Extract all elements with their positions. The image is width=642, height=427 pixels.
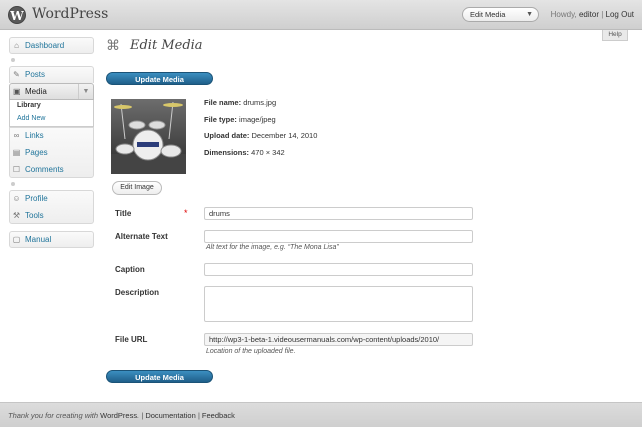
favorite-actions-label: Edit Media	[470, 10, 506, 19]
drums-image	[111, 99, 186, 174]
file-name-value: drums.jpg	[243, 98, 277, 107]
posts-icon: ✎	[13, 70, 20, 79]
footer-wordpress-link[interactable]: WordPress	[100, 411, 137, 420]
sidebar-item-pages[interactable]: ▤ Pages	[9, 144, 48, 161]
required-mark: *	[184, 208, 188, 218]
admin-header: W WordPress Edit Media ▼ Howdy, editor |…	[0, 0, 642, 30]
footer-text: Thank you for creating with WordPress. |…	[8, 411, 235, 420]
edit-image-button[interactable]: Edit Image	[112, 181, 162, 195]
site-title[interactable]: WordPress	[32, 6, 108, 22]
file-name-row: File name: drums.jpg	[204, 98, 276, 107]
favorite-actions-dropdown[interactable]: Edit Media ▼	[462, 7, 539, 22]
alt-text-help: Alt text for the image, e.g. “The Mona L…	[206, 244, 339, 251]
page-title: Edit Media	[130, 38, 203, 53]
sidebar-separator	[9, 58, 94, 62]
sidebar-item-media[interactable]: ▣ Media ▼	[9, 83, 94, 100]
sidebar-item-label: Media	[25, 87, 47, 96]
chevron-down-icon: ▼	[526, 11, 533, 18]
upload-date-value: December 14, 2010	[251, 131, 318, 140]
file-name-label: File name:	[204, 98, 242, 107]
footer-period: . |	[137, 411, 144, 420]
caption-label: Caption	[115, 265, 145, 274]
file-type-label: File type:	[204, 115, 237, 124]
wordpress-logo-icon[interactable]: W	[8, 6, 26, 24]
dimensions-row: Dimensions: 470 × 342	[204, 148, 285, 157]
description-label: Description	[115, 288, 160, 297]
sidebar-item-dashboard[interactable]: ⌂ Dashboard	[9, 37, 64, 54]
footer-thanks: Thank you for creating with	[8, 411, 99, 420]
sidebar-item-label: Posts	[25, 70, 46, 79]
file-url-help: Location of the uploaded file.	[206, 348, 296, 355]
file-url-input[interactable]: http://wp3-1-beta-1.videousermanuals.com…	[204, 333, 473, 346]
username-link[interactable]: editor	[579, 10, 599, 19]
footer-feedback-link[interactable]: Feedback	[202, 411, 235, 420]
sidebar-item-comments[interactable]: ☐ Comments	[9, 161, 64, 178]
update-media-button[interactable]: Update Media	[106, 72, 213, 85]
sidebar-item-label: Links	[25, 131, 44, 140]
sidebar-item-label: Comments	[25, 165, 64, 174]
sidebar-item-profile[interactable]: ☺ Profile	[9, 190, 48, 207]
caption-input[interactable]	[204, 263, 473, 276]
alt-text-input[interactable]	[204, 230, 473, 243]
sidebar-item-tools[interactable]: ⚒ Tools	[9, 207, 44, 224]
media-submenu: Library Add New	[9, 100, 94, 127]
profile-icon: ☺	[12, 194, 21, 203]
sidebar-item-label: Profile	[25, 194, 48, 203]
sidebar-item-label: Manual	[25, 235, 52, 244]
pages-icon: ▤	[12, 148, 21, 157]
dimensions-label: Dimensions:	[204, 148, 250, 157]
sidebar-item-links[interactable]: ∞ Links	[9, 127, 44, 144]
update-media-button-bottom[interactable]: Update Media	[106, 370, 213, 383]
submenu-item-library[interactable]: Library	[17, 102, 41, 109]
title-label: Title	[115, 209, 132, 218]
file-type-row: File type: image/jpeg	[204, 115, 276, 124]
sidebar-item-posts[interactable]: ✎ Posts	[9, 66, 45, 83]
header-separator: |	[601, 10, 604, 19]
logout-link[interactable]: Log Out	[606, 10, 634, 19]
upload-date-label: Upload date:	[204, 131, 250, 140]
comments-icon: ☐	[12, 165, 21, 174]
sidebar-separator	[9, 182, 94, 186]
description-textarea[interactable]	[204, 286, 473, 322]
sidebar-item-label: Tools	[25, 211, 44, 220]
upload-date-row: Upload date: December 14, 2010	[204, 131, 317, 140]
sidebar-item-manual[interactable]: ▢ Manual	[9, 231, 52, 248]
dimensions-value: 470 × 342	[251, 148, 285, 157]
alt-text-label: Alternate Text	[115, 232, 168, 241]
media-icon: ▣	[13, 87, 21, 96]
admin-footer: Thank you for creating with WordPress. |…	[0, 402, 642, 427]
submenu-item-add-new[interactable]: Add New	[17, 115, 45, 122]
howdy-text: Howdy,	[550, 10, 577, 19]
media-page-icon: ⌘	[106, 37, 120, 53]
title-input[interactable]: drums	[204, 207, 473, 220]
sidebar-separator	[9, 228, 94, 229]
chevron-down-icon[interactable]: ▼	[78, 84, 93, 99]
sidebar-item-label: Dashboard	[25, 41, 65, 50]
dashboard-icon: ⌂	[14, 41, 19, 50]
sidebar-item-label: Pages	[25, 148, 48, 157]
tools-icon: ⚒	[12, 211, 21, 220]
footer-pipe: |	[197, 411, 200, 420]
file-url-label: File URL	[115, 335, 148, 344]
user-info: Howdy, editor | Log Out	[551, 10, 634, 19]
media-thumbnail	[111, 99, 186, 174]
manual-icon: ▢	[12, 235, 21, 244]
help-tab[interactable]: Help	[602, 30, 628, 41]
file-type-value: image/jpeg	[239, 115, 276, 124]
links-icon: ∞	[13, 131, 20, 140]
footer-documentation-link[interactable]: Documentation	[145, 411, 195, 420]
